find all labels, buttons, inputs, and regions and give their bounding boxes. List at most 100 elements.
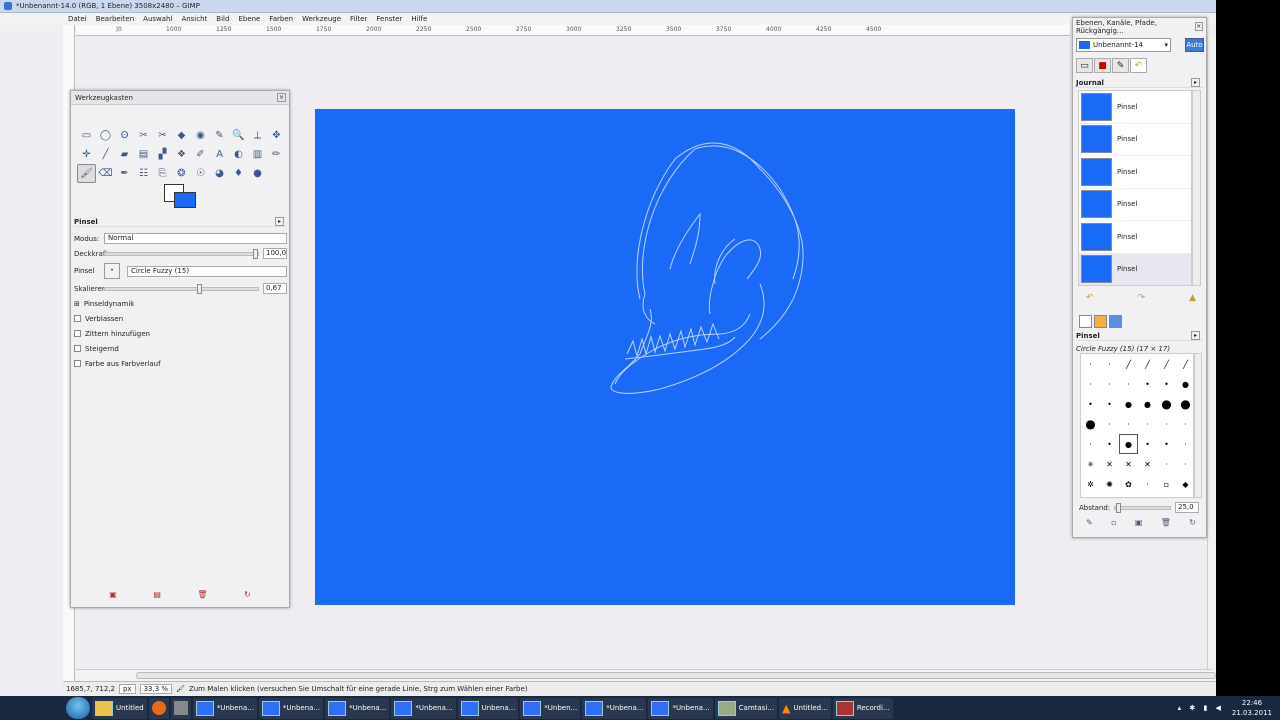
ink-tool-icon[interactable]: ☷ [134,164,153,183]
tab-brushes-icon[interactable] [1079,315,1092,328]
taskbar-item-untitled[interactable]: Untitled [92,697,147,719]
pencil-tool-icon[interactable]: ✏ [267,145,286,164]
dodge-burn-tool-icon[interactable]: ● [248,164,267,183]
brush-item[interactable]: ● [1119,394,1138,414]
scale-tool-icon[interactable]: ▤ [134,145,153,164]
menu-farben[interactable]: Farben [269,15,293,23]
tab-patterns-icon[interactable] [1094,315,1107,328]
menu-ansicht[interactable]: Ansicht [181,15,207,23]
start-button[interactable] [66,697,90,719]
align-tool-icon[interactable]: ✛ [77,145,96,164]
brush-item[interactable]: · [1157,454,1176,474]
brush-item-selected[interactable]: ● [1119,434,1138,454]
edit-brush-icon[interactable]: ✎ [1086,518,1093,527]
duplicate-brush-icon[interactable]: ▣ [1135,518,1143,527]
brush-item[interactable]: ✿ [1119,474,1138,494]
taskbar-item-image[interactable]: *Unbena... [325,697,390,719]
brush-item[interactable]: · [1176,414,1195,434]
clone-tool-icon[interactable]: ⎘ [153,164,172,183]
brush-item[interactable]: • [1100,434,1119,454]
journal-scrollbar[interactable] [1192,90,1201,286]
scissors-tool-icon[interactable]: ✂ [153,126,172,145]
brush-item[interactable]: • [1081,394,1100,414]
brush-item[interactable]: • [1157,434,1176,454]
list-item[interactable]: Pinsel [1079,221,1191,254]
checkbox[interactable] [74,360,81,367]
tab-layers-icon[interactable]: ▭ [1076,58,1093,73]
brush-item[interactable]: ✺ [1100,474,1119,494]
brush-item[interactable]: ✕ [1100,454,1119,474]
rect-select-tool-icon[interactable]: ▭ [77,126,96,145]
brush-item[interactable]: • [1138,434,1157,454]
taskbar-item-gimp[interactable] [170,697,191,719]
dock-close-button[interactable]: × [1194,22,1203,31]
color-swatches[interactable] [164,184,198,210]
taskbar-item-image[interactable]: Unbena... [457,697,519,719]
brush-scrollbar[interactable] [1194,353,1202,498]
delete-brush-icon[interactable]: 🗑 [1161,518,1171,527]
taskbar-item-image[interactable]: *Unben... [520,697,581,719]
blur-tool-icon[interactable]: ◕ [210,164,229,183]
background-color[interactable] [174,192,196,208]
list-item[interactable]: Pinsel [1079,124,1191,156]
taskbar-item-camtasia[interactable]: Camtasi... [714,697,777,719]
brush-item[interactable]: · [1119,414,1138,434]
skalieren-input[interactable]: 0,67 [263,283,287,294]
taskbar-item-vlc[interactable]: ▲ Untitled... [778,697,831,719]
tray-icons[interactable]: ▴ ✱ ▮ ◀ [1178,704,1224,712]
brush-item[interactable]: • [1157,374,1176,394]
checkbox[interactable] [74,345,81,352]
brush-item[interactable]: · [1100,414,1119,434]
brush-item[interactable]: · [1138,414,1157,434]
brush-item[interactable]: ● [1138,394,1157,414]
delete-options-icon[interactable]: 🗑 [197,590,207,599]
paths-tool-icon[interactable]: ◉ [191,126,210,145]
brush-item[interactable]: ● [1081,414,1100,434]
text-tool-icon[interactable]: A [210,145,229,164]
list-item[interactable]: Pinsel [1079,91,1191,124]
new-brush-icon[interactable]: ▫ [1111,518,1116,527]
taskbar-item-firefox[interactable] [148,697,169,719]
brush-item[interactable]: ✲ [1081,474,1100,494]
fuzzy-select-tool-icon[interactable]: ✂ [134,126,153,145]
brush-item[interactable]: ▫ [1157,474,1176,494]
tab-channels-icon[interactable]: ■ [1094,58,1111,73]
menu-hilfe[interactable]: Hilfe [411,15,427,23]
auto-button[interactable]: Auto [1185,38,1204,52]
abstand-slider[interactable] [1114,502,1171,513]
brush-item[interactable]: ╱ [1119,354,1138,374]
eraser-tool-icon[interactable]: ⌫ [96,164,115,183]
brush-item[interactable]: • [1100,394,1119,414]
heal-tool-icon[interactable]: ❂ [172,164,191,183]
list-item[interactable]: Pinsel [1079,156,1191,189]
menu-filter[interactable]: Filter [350,15,367,23]
ellipse-select-tool-icon[interactable]: ◯ [96,126,115,145]
brush-preview-icon[interactable]: • [104,263,120,279]
restore-options-icon[interactable]: ▤ [153,590,161,599]
options-menu-button[interactable]: ▸ [275,217,284,226]
brush-item[interactable]: ✕ [1138,454,1157,474]
measure-tool-icon[interactable]: ⟂ [248,126,267,145]
brush-item[interactable]: ◆ [1176,474,1195,494]
brushes-menu-button[interactable]: ▸ [1191,331,1200,340]
smudge-tool-icon[interactable]: ♦ [229,164,248,183]
brush-item[interactable]: · [1157,414,1176,434]
flip-tool-icon[interactable]: ✐ [191,145,210,164]
pinseldynamik-row[interactable]: ⊞ Pinseldynamik [74,296,287,311]
blend-tool-icon[interactable]: ▥ [248,145,267,164]
brush-item[interactable]: · [1100,354,1119,374]
menu-fenster[interactable]: Fenster [376,15,402,23]
save-options-icon[interactable]: ▣ [109,590,117,599]
checkbox[interactable] [74,330,81,337]
checkbox[interactable] [74,315,81,322]
scroll-thumb[interactable] [136,672,1216,679]
menu-datei[interactable]: Datei [68,15,87,23]
brush-item[interactable]: · [1176,434,1195,454]
paintbrush-tool-icon[interactable]: 🖌 [77,164,96,183]
rotate-tool-icon[interactable]: ▰ [115,145,134,164]
toolbox-close-button[interactable]: × [277,93,286,102]
reset-options-icon[interactable]: ↻ [244,590,251,599]
checkbox-farbverlauf[interactable]: Farbe aus Farbverlauf [74,356,287,371]
tab-undo-icon[interactable]: ↶ [1130,58,1147,73]
menu-werkzeuge[interactable]: Werkzeuge [302,15,341,23]
